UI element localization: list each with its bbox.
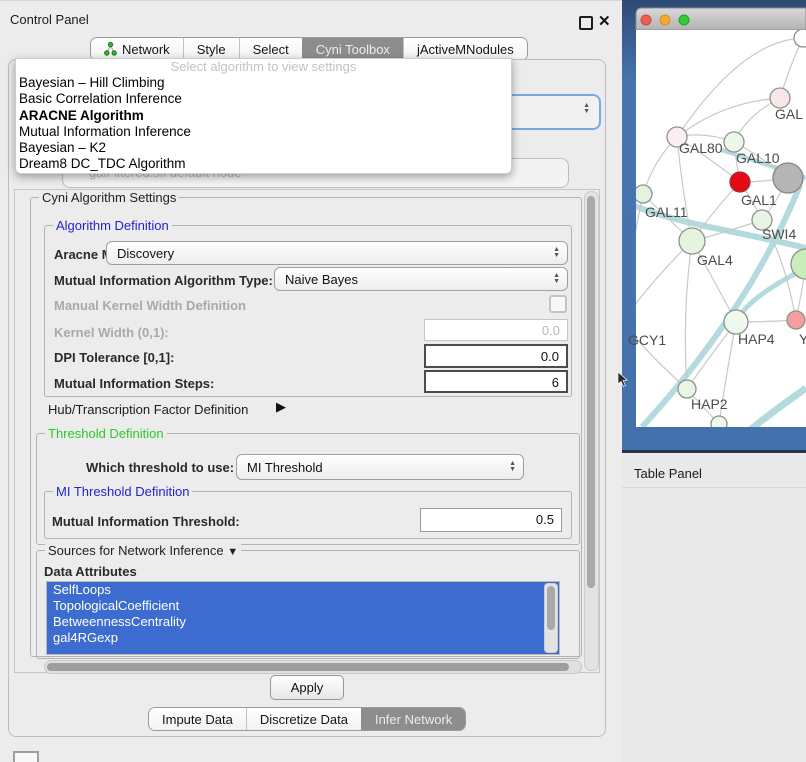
mi-algorithm-type-label: Mutual Information Algorithm Type:	[54, 273, 273, 288]
hub-definition-label: Hub/Transcription Factor Definition	[48, 402, 248, 417]
table-panel-title: Table Panel	[634, 466, 702, 481]
node-label: GAL10	[736, 150, 780, 166]
tab-discretize-data[interactable]: Discretize Data	[246, 708, 361, 730]
tab-style[interactable]: Style	[183, 38, 239, 60]
threshold-definition-title: Threshold Definition	[45, 426, 167, 441]
data-attributes-label: Data Attributes	[44, 564, 137, 579]
settings-hscrollbar-thumb[interactable]	[47, 663, 569, 671]
node-label: GAL4	[697, 252, 733, 268]
node-gal1-selected[interactable]	[730, 172, 750, 192]
mi-threshold-label: Mutual Information Threshold:	[52, 514, 240, 529]
attribute-item[interactable]: gal4RGexp	[47, 630, 559, 646]
node-salmon[interactable]	[787, 311, 805, 329]
combo-spinner-icon: ▲▼	[546, 273, 567, 285]
close-panel-icon[interactable]: ✕	[598, 12, 611, 30]
mouse-cursor	[617, 371, 629, 387]
settings-vscrollbar-thumb[interactable]	[587, 196, 595, 588]
combo-spinner-icon: ▲▼	[546, 247, 567, 259]
mi-algorithm-type-combo[interactable]: Naive Bayes ▲▼	[274, 267, 568, 291]
tab-network-label: Network	[122, 42, 170, 57]
tab-select[interactable]: Select	[239, 38, 302, 60]
float-window-icon[interactable]	[579, 16, 593, 30]
dropdown-item[interactable]: Bayesian – K2	[16, 140, 511, 156]
node-gray[interactable]	[773, 163, 803, 193]
mi-steps-field[interactable]: 6	[424, 370, 568, 393]
node-label: Y	[799, 331, 806, 347]
node-label: GCY1	[628, 332, 666, 348]
manual-kernel-width-label: Manual Kernel Width Definition	[54, 298, 246, 313]
close-window-icon[interactable]	[641, 15, 651, 25]
which-threshold-label: Which threshold to use:	[86, 460, 234, 475]
node-label: SWI4	[762, 226, 796, 242]
clipped-bottom-button[interactable]	[13, 751, 39, 762]
node-label: HAP2	[691, 396, 728, 412]
dropdown-item[interactable]: Bayesian – Hill Climbing	[16, 75, 511, 91]
algorithm-definition-title: Algorithm Definition	[53, 218, 172, 233]
tab-jactivemnodules[interactable]: jActiveMNodules	[403, 38, 527, 60]
node-label: GAL1	[741, 192, 777, 208]
settings-vscrollbar[interactable]	[584, 191, 599, 671]
node-gal11[interactable]	[634, 185, 652, 203]
data-attributes-list[interactable]: SelfLoops TopologicalCoefficient Between…	[46, 581, 560, 655]
attribute-item[interactable]: TopologicalCoefficient	[47, 598, 559, 614]
minimize-window-icon[interactable]	[660, 15, 670, 25]
mi-threshold-definition-title: MI Threshold Definition	[53, 484, 192, 499]
settings-hscrollbar[interactable]	[44, 660, 582, 674]
node-label: GAL80	[679, 140, 723, 156]
node[interactable]	[794, 29, 806, 47]
dropdown-item[interactable]: Mutual Information Inference	[16, 124, 511, 140]
apply-button[interactable]: Apply	[270, 675, 344, 700]
mi-steps-label: Mutual Information Steps:	[54, 376, 214, 391]
control-panel: Control Panel ✕ Network Style Select	[0, 0, 622, 762]
combo-spinner-icon: ▲▼	[502, 461, 523, 473]
attribute-list-scrollbar-thumb[interactable]	[547, 586, 555, 630]
attribute-item[interactable]: BetweennessCentrality	[47, 614, 559, 630]
tab-infer-network[interactable]: Infer Network	[361, 708, 465, 730]
tab-network[interactable]: Network	[91, 38, 183, 60]
dpi-tolerance-label: DPI Tolerance [0,1]:	[54, 350, 174, 365]
dpi-tolerance-field[interactable]: 0.0	[424, 344, 568, 368]
cyni-algorithm-settings-title: Cyni Algorithm Settings	[39, 190, 179, 205]
manual-kernel-width-checkbox[interactable]	[549, 295, 567, 313]
collapse-arrow-icon[interactable]: ▼	[227, 546, 238, 558]
bottom-tabbar: Impute Data Discretize Data Infer Networ…	[148, 707, 466, 731]
dropdown-item[interactable]: Dream8 DC_TDC Algorithm	[16, 156, 511, 172]
attribute-item[interactable]: SelfLoops	[47, 582, 559, 598]
node-label: GAL	[775, 106, 803, 122]
sources-title: Sources for Network Inference ▼	[45, 543, 241, 558]
tab-cyni-toolbox[interactable]: Cyni Toolbox	[302, 38, 403, 60]
kernel-width-label: Kernel Width (0,1):	[54, 325, 169, 340]
attribute-list-scrollbar[interactable]	[544, 583, 558, 653]
dropdown-item[interactable]: Basic Correlation Inference	[16, 91, 511, 107]
network-icon	[104, 42, 117, 56]
node-gal10[interactable]	[724, 132, 744, 152]
node-gal4[interactable]	[679, 228, 705, 254]
node-label: GAL11	[645, 204, 688, 220]
expand-arrow-icon[interactable]: ▶	[276, 399, 286, 415]
dropdown-item-selected[interactable]: ARACNE Algorithm	[16, 108, 511, 124]
network-view-window[interactable]: GAL GAL80 GAL10 GAL1 GAL11 SWI4 GAL4 GCY…	[622, 0, 806, 455]
tab-impute-data[interactable]: Impute Data	[149, 708, 246, 730]
zoom-window-icon[interactable]	[679, 15, 689, 25]
which-threshold-combo[interactable]: MI Threshold ▲▼	[236, 454, 524, 480]
app-root: Control Panel ✕ Network Style Select	[0, 0, 806, 762]
control-panel-title: Control Panel	[10, 12, 89, 27]
mi-threshold-field[interactable]: 0.5	[420, 508, 562, 532]
aracne-mode-combo[interactable]: Discovery ▲▼	[106, 241, 568, 265]
kernel-width-field[interactable]: 0.0	[424, 319, 568, 341]
combo-spinner-icon: ▲▼	[576, 103, 597, 115]
node[interactable]	[770, 88, 790, 108]
table-panel: Table Panel ⚙ ☑☑ ☐☐ shared... name A YDL…	[622, 453, 806, 762]
node-label: HAP4	[738, 331, 775, 347]
algorithm-dropdown-list: Select algorithm to view settings Bayesi…	[15, 58, 512, 174]
dropdown-prompt: Select algorithm to view settings	[16, 59, 511, 75]
